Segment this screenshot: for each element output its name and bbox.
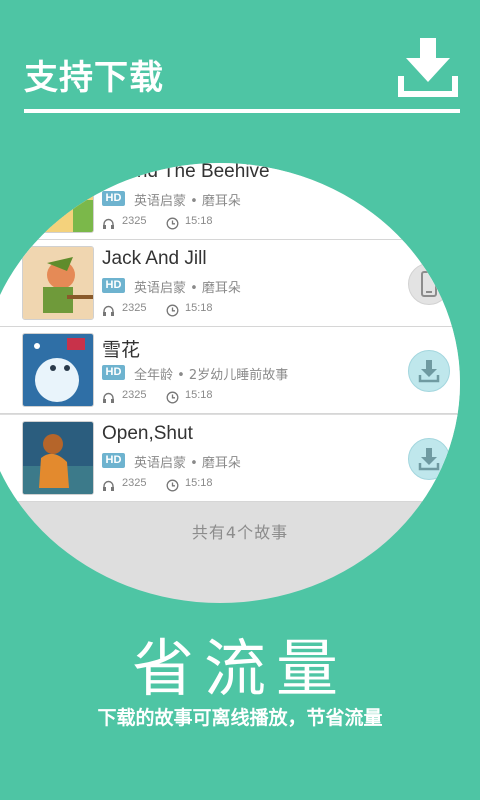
play-count: 2325 <box>122 302 147 314</box>
clock-icon <box>166 391 179 404</box>
hd-badge: HD <box>102 278 125 293</box>
duration: 15:18 <box>185 389 213 401</box>
story-title: Jack And Jill <box>102 248 207 269</box>
hd-badge: HD <box>102 365 125 380</box>
clock-icon <box>166 304 179 317</box>
hd-badge: HD <box>102 191 125 206</box>
download-icon <box>418 360 440 383</box>
app-preview-circle: Round The Beehive HD 英语启蒙 • 磨耳朵 2325 15:… <box>0 163 460 603</box>
duration: 15:18 <box>185 215 213 227</box>
list-item[interactable]: Open,Shut HD 英语启蒙 • 磨耳朵 2325 15:18 <box>0 415 460 502</box>
story-meta: 英语启蒙 • 磨耳朵 <box>134 194 241 209</box>
headphones-icon <box>103 305 114 316</box>
clock-icon <box>166 479 179 492</box>
story-thumbnail <box>22 333 94 407</box>
hd-badge: HD <box>102 453 125 468</box>
duration: 15:18 <box>185 302 213 314</box>
phone-icon <box>421 271 437 297</box>
play-count: 2325 <box>122 389 147 401</box>
download-icon <box>398 38 458 100</box>
duration: 15:18 <box>185 477 213 489</box>
headphones-icon <box>103 480 114 491</box>
story-title: Round The Beehive <box>102 163 270 182</box>
story-count: 共有4个故事 <box>191 523 289 542</box>
story-meta: 英语启蒙 • 磨耳朵 <box>134 456 241 471</box>
story-meta: 英语启蒙 • 磨耳朵 <box>134 281 241 296</box>
downloaded-phone-button[interactable] <box>408 263 450 305</box>
headphones-icon <box>103 392 114 403</box>
headphones-icon <box>103 218 114 229</box>
list-item[interactable]: Round The Beehive HD 英语启蒙 • 磨耳朵 2325 15:… <box>0 163 460 240</box>
story-title: Open,Shut <box>102 423 193 444</box>
list-item[interactable]: 雪花 HD 全年龄 • 2岁幼儿睡前故事 2325 15:18 <box>0 327 460 414</box>
story-meta: 全年龄 • 2岁幼儿睡前故事 <box>134 368 289 383</box>
clock-icon <box>166 217 179 230</box>
slogan-subtitle: 下载的故事可离线播放，节省流量 <box>97 707 383 729</box>
download-button[interactable] <box>408 438 450 480</box>
download-icon <box>418 448 440 471</box>
slogan-title: 省流量 <box>131 632 348 705</box>
download-button[interactable] <box>408 350 450 392</box>
play-count: 2325 <box>122 477 147 489</box>
list-item[interactable]: Jack And Jill HD 英语启蒙 • 磨耳朵 2325 15:18 <box>0 240 460 327</box>
story-thumbnail <box>22 163 94 233</box>
story-thumbnail <box>22 246 94 320</box>
story-title: 雪花 <box>102 340 141 361</box>
page-title: 支持下载 <box>24 58 164 98</box>
story-thumbnail <box>22 421 94 495</box>
play-count: 2325 <box>122 215 147 227</box>
header-divider <box>24 109 460 113</box>
